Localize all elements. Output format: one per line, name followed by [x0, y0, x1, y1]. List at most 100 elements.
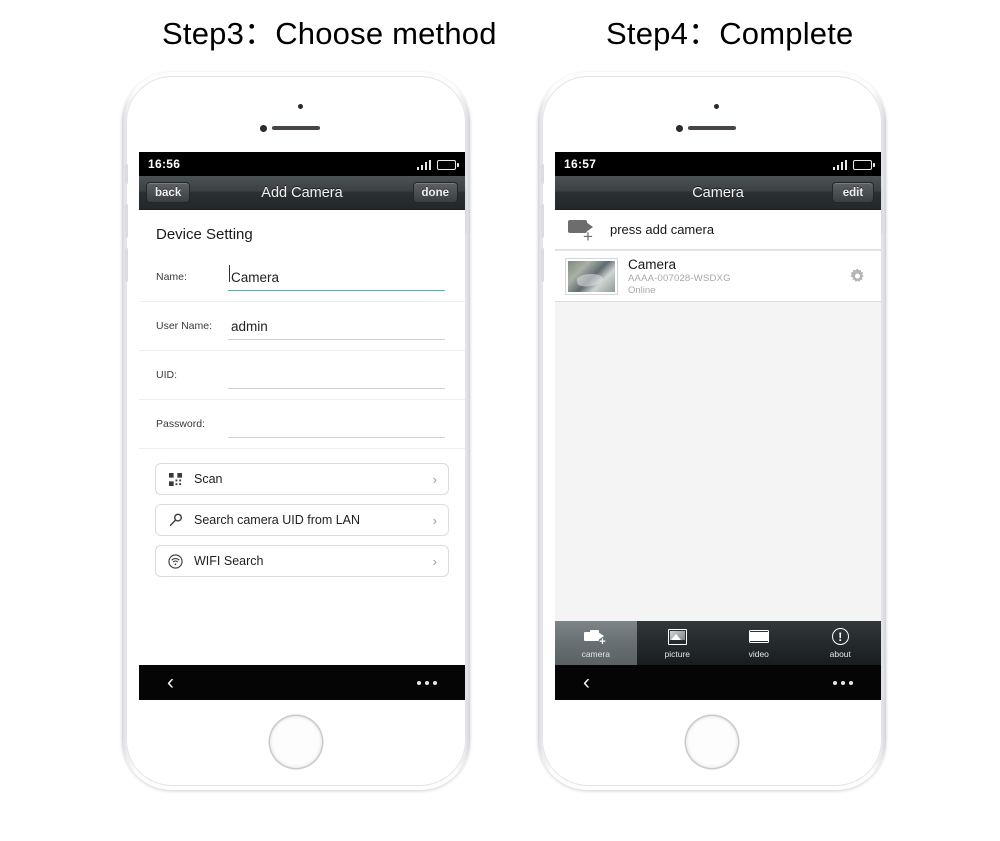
status-bar: 16:56 — [139, 152, 465, 176]
volume-up-button — [125, 204, 128, 238]
screen-step3: 16:56 back Add Camera done Device Settin… — [139, 152, 465, 700]
phone-body: 16:57 Camera edit + press add camera Cam… — [541, 76, 883, 786]
tab-video[interactable]: video — [718, 621, 800, 665]
chevron-right-icon: › — [432, 471, 437, 487]
username-input-value: admin — [231, 318, 268, 334]
name-input[interactable]: Camera — [228, 263, 445, 291]
input-underline — [228, 388, 445, 389]
camera-status: Online — [628, 284, 656, 296]
label-name: Name: — [156, 271, 187, 283]
status-time: 16:56 — [148, 157, 181, 171]
username-input[interactable]: admin — [228, 312, 445, 340]
camera-name: Camera — [628, 256, 677, 272]
wifi-circle-icon — [167, 553, 184, 570]
system-menu-icon[interactable] — [833, 680, 853, 685]
phone-mockup-step4: 16:57 Camera edit + press add camera Cam… — [538, 72, 886, 790]
bottom-tab-bar: + camera picture video ! about — [555, 621, 881, 665]
scan-label: Scan — [194, 472, 223, 486]
system-menu-icon[interactable] — [417, 680, 437, 685]
volume-up-button — [541, 204, 544, 238]
scan-button[interactable]: Scan › — [155, 463, 449, 495]
home-button[interactable] — [686, 716, 738, 768]
status-bar: 16:57 — [555, 152, 881, 176]
add-camera-label: press add camera — [610, 222, 715, 237]
form-row-password[interactable]: Password: — [139, 400, 465, 449]
phone-body: 16:56 back Add Camera done Device Settin… — [125, 76, 467, 786]
tab-camera-label: camera — [581, 649, 610, 659]
app-navbar: back Add Camera done — [139, 176, 465, 210]
camera-uid: AAAA-007028-WSDXG — [628, 272, 731, 284]
camera-icon: + — [584, 627, 607, 648]
text-caret — [229, 265, 230, 282]
camera-thumbnail — [566, 258, 617, 294]
silent-switch — [125, 164, 128, 184]
name-input-value: Camera — [231, 269, 280, 285]
wifi-search-label: WIFI Search — [194, 554, 264, 568]
search-lan-button[interactable]: Search camera UID from LAN › — [155, 504, 449, 536]
battery-icon — [437, 159, 459, 170]
form-row-name[interactable]: Name: Camera — [139, 253, 465, 302]
search-lan-label: Search camera UID from LAN — [194, 513, 361, 527]
battery-icon — [853, 159, 875, 170]
method-list: Scan › Search camera UID from LAN › WIFI… — [139, 449, 465, 577]
tab-about[interactable]: ! about — [800, 621, 882, 665]
front-camera — [676, 125, 683, 132]
info-icon: ! — [831, 627, 849, 646]
picture-icon — [667, 627, 687, 646]
tab-about-label: about — [829, 649, 851, 659]
chevron-right-icon: › — [432, 512, 437, 528]
system-back-icon[interactable]: ‹ — [167, 672, 174, 693]
camera-info: Camera AAAA-007028-WSDXG Online — [628, 257, 848, 296]
app-navbar: Camera edit — [555, 176, 881, 210]
label-uid: UID: — [156, 369, 177, 381]
step3-heading: Step3：Choose method — [162, 16, 497, 51]
back-button[interactable]: back — [146, 182, 191, 203]
section-title-device-setting: Device Setting — [156, 226, 253, 243]
edit-button[interactable]: edit — [832, 182, 874, 203]
status-time: 16:57 — [564, 157, 597, 171]
uid-input[interactable] — [228, 361, 445, 389]
camera-list: + press add camera Camera AAAA-007028-WS… — [555, 210, 881, 665]
phone-mockup-step3: 16:56 back Add Camera done Device Settin… — [122, 72, 470, 790]
form-row-uid[interactable]: UID: — [139, 351, 465, 400]
volume-down-button — [541, 248, 544, 282]
tab-camera[interactable]: + camera — [555, 621, 637, 665]
system-back-icon[interactable]: ‹ — [583, 672, 590, 693]
earpiece-speaker — [272, 126, 320, 130]
step4-heading: Step4：Complete — [606, 16, 854, 51]
status-icons — [416, 159, 459, 170]
input-underline — [228, 437, 445, 438]
front-camera — [260, 125, 267, 132]
magnifier-icon — [167, 512, 184, 529]
tab-video-label: video — [748, 649, 769, 659]
silent-switch — [541, 164, 544, 184]
screen-step4: 16:57 Camera edit + press add camera Cam… — [555, 152, 881, 700]
proximity-sensor — [298, 104, 303, 109]
device-setting-form: Device Setting Name: Camera User Name: a… — [139, 210, 465, 665]
home-button[interactable] — [270, 716, 322, 768]
label-username: User Name: — [156, 320, 213, 332]
proximity-sensor — [714, 104, 719, 109]
password-input[interactable] — [228, 410, 445, 438]
video-icon — [748, 627, 769, 646]
status-icons — [832, 159, 875, 170]
camera-plus-icon: + — [568, 219, 598, 245]
signal-strength-icon — [832, 159, 847, 170]
signal-strength-icon — [416, 159, 431, 170]
android-system-bar: ‹ — [139, 665, 465, 700]
tab-picture-label: picture — [664, 649, 690, 659]
wifi-search-button[interactable]: WIFI Search › — [155, 545, 449, 577]
volume-down-button — [125, 248, 128, 282]
gear-icon[interactable] — [848, 267, 867, 286]
label-password: Password: — [156, 418, 206, 430]
add-camera-row[interactable]: + press add camera — [555, 210, 881, 250]
camera-list-item[interactable]: Camera AAAA-007028-WSDXG Online — [555, 250, 881, 302]
input-underline — [228, 289, 445, 291]
done-button[interactable]: done — [412, 182, 458, 203]
input-underline — [228, 339, 445, 340]
qr-scan-icon — [167, 471, 184, 488]
tab-picture[interactable]: picture — [637, 621, 719, 665]
chevron-right-icon: › — [432, 553, 437, 569]
earpiece-speaker — [688, 126, 736, 130]
form-row-username[interactable]: User Name: admin — [139, 302, 465, 351]
